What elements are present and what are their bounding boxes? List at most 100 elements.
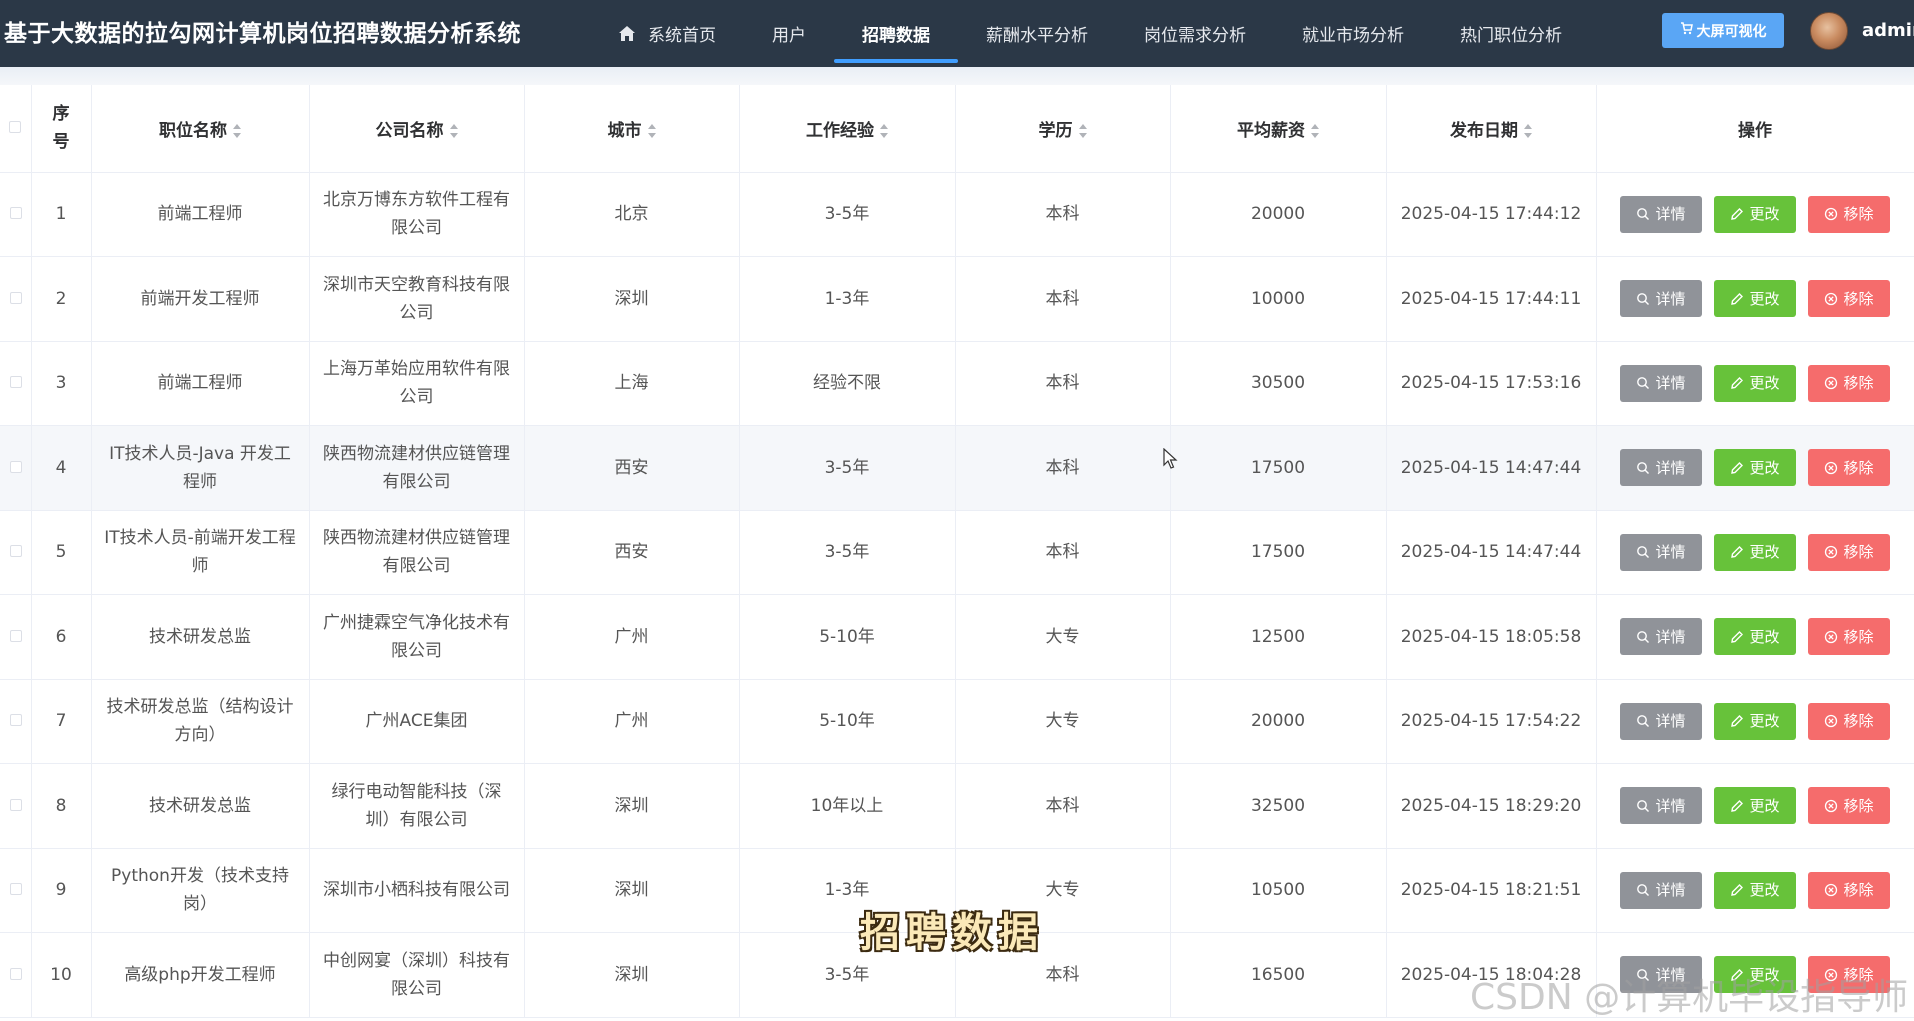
row-select-cell[interactable] — [0, 256, 32, 342]
delete-button[interactable]: 移除 — [1808, 364, 1890, 402]
cell-education: 本科 — [955, 425, 1171, 511]
table-row[interactable]: 1 前端工程师 北京万博东方软件工程有限公司 北京 3-5年 本科 20000 … — [0, 172, 1914, 257]
row-select-cell[interactable] — [0, 425, 32, 511]
row-select-cell[interactable] — [0, 510, 32, 595]
detail-button[interactable]: 详情 — [1620, 449, 1702, 487]
row-actions: 详情 更改 移除 — [1607, 871, 1904, 909]
delete-button[interactable]: 移除 — [1808, 871, 1890, 909]
cell-education: 本科 — [955, 172, 1171, 257]
row-select-cell[interactable] — [0, 341, 32, 426]
row-checkbox[interactable] — [10, 545, 22, 558]
col-header-date[interactable]: 发布日期 — [1386, 85, 1597, 173]
edit-button[interactable]: 更改 — [1714, 364, 1796, 402]
row-checkbox[interactable] — [10, 714, 22, 727]
row-checkbox[interactable] — [10, 798, 22, 811]
row-select-cell[interactable] — [0, 932, 32, 1018]
cell-salary: 20000 — [1170, 172, 1387, 257]
row-checkbox[interactable] — [10, 883, 22, 896]
detail-button[interactable]: 详情 — [1620, 618, 1702, 656]
cell-salary: 12500 — [1170, 594, 1387, 680]
cell-city: 广州 — [524, 594, 740, 680]
col-header-company[interactable]: 公司名称 — [309, 85, 525, 173]
table-row[interactable]: 8 技术研发总监 绿行电动智能科技（深圳）有限公司 深圳 10年以上 本科 32… — [0, 763, 1914, 849]
edit-button[interactable]: 更改 — [1714, 618, 1796, 656]
table-row[interactable]: 3 前端工程师 上海万革始应用软件有限公司 上海 经验不限 本科 30500 2… — [0, 341, 1914, 426]
row-select-cell[interactable] — [0, 172, 32, 257]
sort-icon[interactable] — [233, 123, 241, 138]
avatar[interactable] — [1810, 12, 1848, 50]
cell-no: 7 — [31, 679, 92, 764]
detail-button[interactable]: 详情 — [1620, 871, 1702, 909]
detail-button[interactable]: 详情 — [1620, 787, 1702, 825]
nav-item-demand-analysis[interactable]: 岗位需求分析 — [1116, 0, 1274, 67]
delete-label: 移除 — [1843, 458, 1874, 477]
cell-experience: 5-10年 — [739, 594, 956, 680]
username[interactable]: admin — [1862, 20, 1914, 41]
delete-button[interactable]: 移除 — [1808, 787, 1890, 825]
cell-actions: 详情 更改 移除 — [1596, 763, 1914, 849]
table-row[interactable]: 6 技术研发总监 广州捷霖空气净化技术有限公司 广州 5-10年 大专 1250… — [0, 594, 1914, 680]
delete-button[interactable]: 移除 — [1808, 702, 1890, 740]
nav-item-salary-analysis[interactable]: 薪酬水平分析 — [958, 0, 1116, 67]
detail-label: 详情 — [1655, 205, 1686, 224]
detail-button[interactable]: 详情 — [1620, 533, 1702, 571]
sort-icon[interactable] — [1311, 123, 1319, 138]
edit-button[interactable]: 更改 — [1714, 533, 1796, 571]
search-icon — [1637, 377, 1650, 390]
delete-button[interactable]: 移除 — [1808, 533, 1890, 571]
delete-button[interactable]: 移除 — [1808, 195, 1890, 233]
row-checkbox[interactable] — [10, 376, 22, 389]
detail-button[interactable]: 详情 — [1620, 195, 1702, 233]
edit-button[interactable]: 更改 — [1714, 449, 1796, 487]
table-row[interactable]: 7 技术研发总监（结构设计方向） 广州ACE集团 广州 5-10年 大专 200… — [0, 679, 1914, 764]
cell-no: 8 — [31, 763, 92, 849]
sort-icon[interactable] — [1078, 123, 1087, 138]
col-header-education[interactable]: 学历 — [955, 85, 1171, 173]
cell-title: IT技术人员-前端开发工程师 — [91, 510, 310, 595]
detail-button[interactable]: 详情 — [1620, 702, 1702, 740]
nav-item-home[interactable]: 系统首页 — [590, 0, 744, 67]
edit-button[interactable]: 更改 — [1714, 871, 1796, 909]
sort-icon[interactable] — [647, 123, 656, 138]
cell-date: 2025-04-15 17:54:22 — [1386, 679, 1597, 764]
table-row[interactable]: 5 IT技术人员-前端开发工程师 陕西物流建材供应链管理有限公司 西安 3-5年… — [0, 510, 1914, 595]
table-row[interactable]: 4 IT技术人员-Java 开发工程师 陕西物流建材供应链管理有限公司 西安 3… — [0, 425, 1914, 511]
nav-item-users[interactable]: 用户 — [744, 0, 834, 67]
delete-label: 移除 — [1843, 543, 1874, 562]
table-row[interactable]: 2 前端开发工程师 深圳市天空教育科技有限公司 深圳 1-3年 本科 10000… — [0, 256, 1914, 342]
row-checkbox[interactable] — [10, 460, 22, 473]
row-checkbox[interactable] — [10, 291, 22, 304]
delete-button[interactable]: 移除 — [1808, 618, 1890, 656]
edit-button[interactable]: 更改 — [1714, 787, 1796, 825]
nav-item-recruit-data[interactable]: 招聘数据 — [834, 0, 958, 67]
edit-button[interactable]: 更改 — [1714, 195, 1796, 233]
bigscreen-button[interactable]: 大屏可视化 — [1662, 13, 1784, 48]
row-checkbox[interactable] — [10, 629, 22, 642]
col-header-label: 平均薪资 — [1237, 120, 1305, 141]
row-select-cell[interactable] — [0, 679, 32, 764]
sort-icon[interactable] — [449, 123, 458, 138]
row-checkbox[interactable] — [10, 967, 22, 980]
row-checkbox[interactable] — [10, 207, 22, 220]
select-all-cell[interactable] — [0, 85, 32, 173]
row-select-cell[interactable] — [0, 763, 32, 849]
detail-button[interactable]: 详情 — [1620, 364, 1702, 402]
edit-button[interactable]: 更改 — [1714, 280, 1796, 318]
edit-icon — [1731, 715, 1744, 728]
delete-button[interactable]: 移除 — [1808, 449, 1890, 487]
row-select-cell[interactable] — [0, 594, 32, 680]
nav-item-hot-jobs[interactable]: 热门职位分析 — [1432, 0, 1590, 67]
col-header-salary[interactable]: 平均薪资 — [1170, 85, 1387, 173]
row-select-cell[interactable] — [0, 848, 32, 933]
detail-button[interactable]: 详情 — [1620, 280, 1702, 318]
delete-button[interactable]: 移除 — [1808, 280, 1890, 318]
sort-icon[interactable] — [880, 123, 888, 138]
col-header-title[interactable]: 职位名称 — [91, 85, 310, 173]
nav-item-market-analysis[interactable]: 就业市场分析 — [1274, 0, 1432, 67]
col-header-city[interactable]: 城市 — [524, 85, 740, 173]
sort-icon[interactable] — [1524, 123, 1532, 138]
edit-button[interactable]: 更改 — [1714, 702, 1796, 740]
select-all-checkbox[interactable] — [9, 121, 22, 134]
edit-label: 更改 — [1749, 712, 1780, 731]
col-header-experience[interactable]: 工作经验 — [739, 85, 956, 173]
